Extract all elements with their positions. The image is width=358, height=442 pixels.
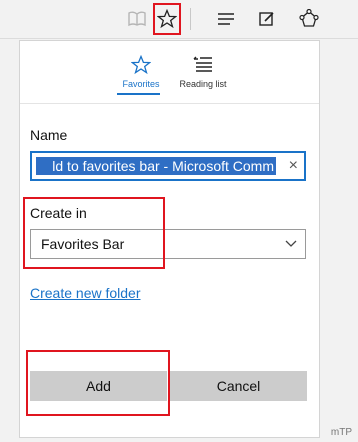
toolbar-bottom-border xyxy=(0,38,358,39)
clear-icon[interactable]: × xyxy=(289,157,298,175)
share-icon[interactable] xyxy=(296,6,322,32)
tab-divider xyxy=(20,103,319,104)
tab-reading-list-label: Reading list xyxy=(179,79,227,89)
tab-favorites[interactable]: Favorites xyxy=(106,55,176,89)
favorites-highlight-box xyxy=(153,3,181,35)
reading-view-icon[interactable] xyxy=(124,6,150,32)
reading-list-icon xyxy=(193,56,212,72)
tab-reading-list[interactable]: Reading list xyxy=(168,55,238,89)
add-highlight-box xyxy=(26,350,170,416)
hub-icon[interactable] xyxy=(213,6,239,32)
browser-toolbar xyxy=(0,0,358,39)
web-note-icon[interactable] xyxy=(254,6,280,32)
name-field[interactable]: ld to favorites bar - Microsoft Comm × xyxy=(30,151,306,181)
name-field-value: ld to favorites bar - Microsoft Comm xyxy=(36,157,276,175)
add-favorite-panel: Favorites Reading list Name ld to favori… xyxy=(19,40,320,438)
name-label: Name xyxy=(30,127,68,143)
active-tab-indicator xyxy=(117,93,160,95)
star-icon xyxy=(131,55,151,75)
watermark: mTP xyxy=(330,427,352,438)
cancel-button[interactable]: Cancel xyxy=(170,371,307,401)
tab-favorites-label: Favorites xyxy=(122,79,160,89)
create-new-folder-link[interactable]: Create new folder xyxy=(30,285,141,301)
create-in-highlight-box xyxy=(23,197,165,269)
toolbar-separator xyxy=(190,8,191,30)
chevron-down-icon xyxy=(285,240,297,247)
